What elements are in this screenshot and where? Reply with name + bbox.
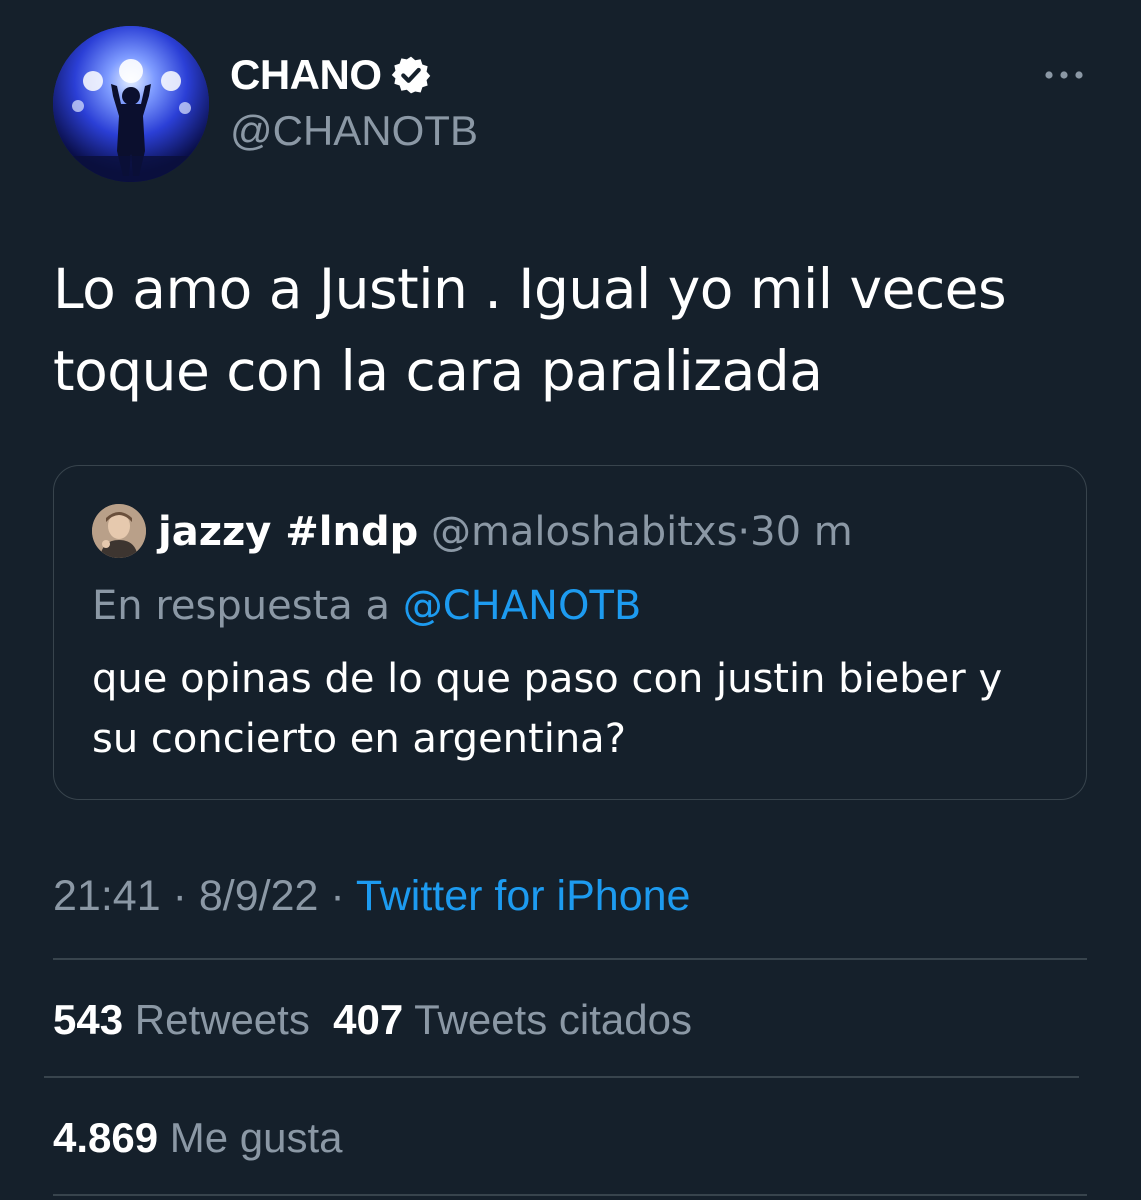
quoted-user-handle[interactable]: @maloshabitxs <box>431 509 737 555</box>
quotes-stat[interactable]: 407 Tweets citados <box>333 996 692 1043</box>
quoted-user-name[interactable]: jazzy #lndp <box>158 509 418 555</box>
tweet-meta: 21:41 · 8/9/22 · Twitter for iPhone <box>53 870 690 922</box>
likes-stats-row: 4.869 Me gusta <box>53 1112 343 1164</box>
tweet-date[interactable]: 8/9/22 <box>199 872 319 920</box>
quoted-text-line: su concierto en argentina? <box>92 716 626 762</box>
separator-dot: · <box>737 509 751 555</box>
divider <box>44 1076 1079 1078</box>
more-horizontal-icon[interactable] <box>1043 62 1085 88</box>
likes-label: Me gusta <box>169 1114 343 1161</box>
author-name-row[interactable]: CHANO <box>230 50 432 100</box>
quotes-label: Tweets citados <box>414 996 692 1043</box>
tweet-text-line: toque con la cara paralizada <box>53 339 823 403</box>
likes-stat[interactable]: 4.869 Me gusta <box>53 1114 343 1161</box>
author-avatar[interactable] <box>53 26 209 182</box>
tweet-detail-view: CHANO @CHANOTB Lo amo a Justin . Igual y… <box>0 0 1141 1200</box>
author-handle[interactable]: @CHANOTB <box>230 106 478 156</box>
tweet-source-link[interactable]: Twitter for iPhone <box>356 872 691 920</box>
reply-context: En respuesta a @CHANOTB <box>92 581 641 631</box>
quoted-tweet-text: que opinas de lo que paso con justin bie… <box>92 649 1052 769</box>
quoted-text-line: que opinas de lo que paso con justin bie… <box>92 656 1003 702</box>
separator-dot: · <box>172 872 187 920</box>
quoted-user-avatar <box>92 504 146 558</box>
quotes-count: 407 <box>333 996 404 1043</box>
quoted-header: jazzy #lndp @maloshabitxs·30 m <box>158 508 853 556</box>
author-name[interactable]: CHANO <box>230 50 382 100</box>
reply-prefix: En respuesta a <box>92 583 390 629</box>
user-avatar-image <box>92 504 146 558</box>
quoted-tweet[interactable]: jazzy #lndp @maloshabitxs·30 m En respue… <box>53 465 1087 800</box>
quoted-time[interactable]: 30 m <box>750 509 853 555</box>
divider <box>53 958 1087 960</box>
tweet-text: Lo amo a Justin . Igual yo mil veces toq… <box>53 248 1093 412</box>
tweet-text-line: Lo amo a Justin . Igual yo mil veces <box>53 257 1007 321</box>
concert-stage-image <box>53 26 209 182</box>
separator-dot: · <box>330 872 345 920</box>
reply-mention-link[interactable]: @CHANOTB <box>403 583 642 629</box>
retweet-stats-row: 543 Retweets 407 Tweets citados <box>53 994 692 1046</box>
likes-count: 4.869 <box>53 1114 159 1161</box>
retweets-label: Retweets <box>134 996 310 1043</box>
tweet-time[interactable]: 21:41 <box>53 872 161 920</box>
divider <box>53 1194 1087 1196</box>
verified-badge-icon <box>391 56 430 94</box>
retweets-count: 543 <box>53 996 124 1043</box>
retweets-stat[interactable]: 543 Retweets <box>53 996 310 1043</box>
